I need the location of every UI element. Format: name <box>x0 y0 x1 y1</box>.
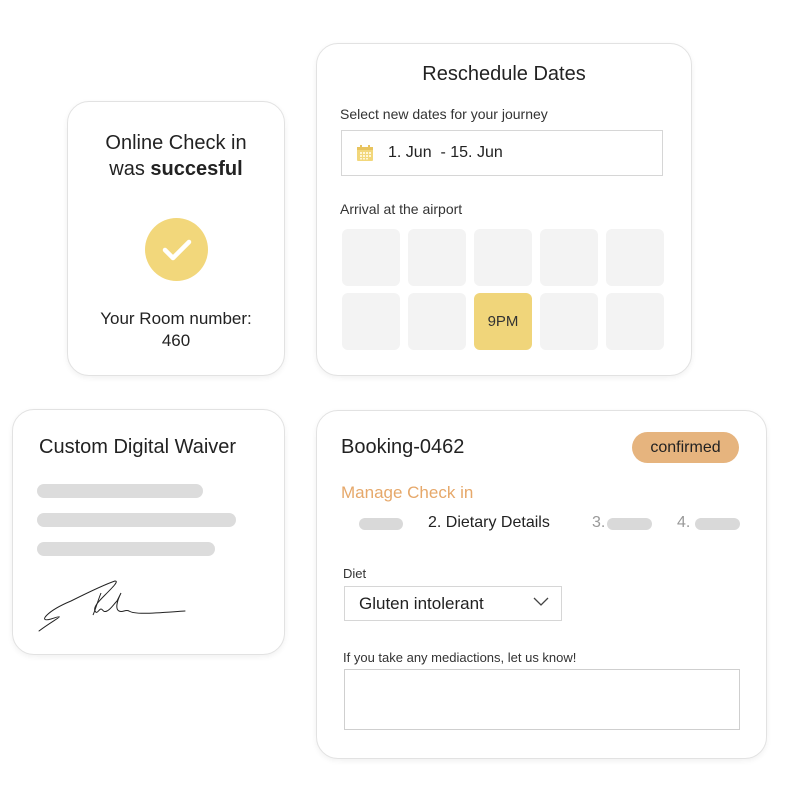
time-slot[interactable] <box>540 229 598 286</box>
checkin-title-bold: succesful <box>150 158 243 180</box>
room-info: Your Room number: 460 <box>68 308 284 352</box>
manage-checkin-link[interactable]: Manage Check in <box>341 483 473 503</box>
checkin-title-prefix: was <box>109 158 151 180</box>
text-placeholder-line <box>37 513 236 527</box>
step-1-placeholder[interactable] <box>359 518 403 530</box>
checkin-title: Online Check in was succesful <box>68 130 284 182</box>
step-3-placeholder <box>607 518 652 530</box>
room-number: 460 <box>161 331 191 350</box>
chevron-down-icon <box>533 597 549 606</box>
diet-select-value: Gluten intolerant <box>359 593 484 613</box>
booking-id: Booking-0462 <box>341 436 465 458</box>
time-slot[interactable] <box>540 293 598 350</box>
waiver-title: Custom Digital Waiver <box>39 436 237 458</box>
time-slot[interactable] <box>342 293 400 350</box>
medications-input[interactable] <box>344 669 740 730</box>
time-slot-selected[interactable]: 9PM <box>474 293 532 350</box>
step-indicator: 2. Dietary Details 3. 4. <box>341 513 741 535</box>
calendar-icon <box>357 145 373 161</box>
step-3-number[interactable]: 3. <box>592 514 605 532</box>
check-circle-icon <box>145 218 208 281</box>
signature-icon <box>38 580 186 632</box>
waiver-card: Custom Digital Waiver <box>12 409 285 655</box>
text-placeholder-line <box>37 542 215 556</box>
date-range-value: 1. Jun - 15. Jun <box>388 144 503 161</box>
medications-label: If you take any mediactions, let us know… <box>343 650 577 665</box>
checkin-title-line2: was succesful <box>68 156 284 182</box>
time-slot[interactable] <box>342 229 400 286</box>
dates-label: Select new dates for your journey <box>340 106 548 122</box>
diet-select[interactable]: Gluten intolerant <box>344 586 562 621</box>
time-slot-grid: 9PM <box>342 229 664 350</box>
text-placeholder-line <box>37 484 203 498</box>
step-2-active[interactable]: 2. Dietary Details <box>428 514 550 532</box>
arrival-label: Arrival at the airport <box>340 201 463 217</box>
time-slot[interactable] <box>606 229 664 286</box>
time-slot[interactable] <box>408 293 466 350</box>
reschedule-card: Reschedule Dates Select new dates for yo… <box>316 43 692 376</box>
checkin-title-line1: Online Check in <box>105 132 247 154</box>
status-badge: confirmed <box>632 432 739 463</box>
checkin-success-card: Online Check in was succesful Your Room … <box>67 101 285 376</box>
time-slot[interactable] <box>606 293 664 350</box>
date-range-input[interactable]: 1. Jun - 15. Jun <box>341 130 663 176</box>
time-slot[interactable] <box>474 229 532 286</box>
step-4-number[interactable]: 4. <box>677 514 690 532</box>
step-4-placeholder <box>695 518 740 530</box>
booking-card: Booking-0462 confirmed Manage Check in 2… <box>316 410 767 759</box>
reschedule-title: Reschedule Dates <box>422 63 586 85</box>
room-label: Your Room number: <box>100 309 252 328</box>
time-slot[interactable] <box>408 229 466 286</box>
diet-label: Diet <box>343 566 367 581</box>
